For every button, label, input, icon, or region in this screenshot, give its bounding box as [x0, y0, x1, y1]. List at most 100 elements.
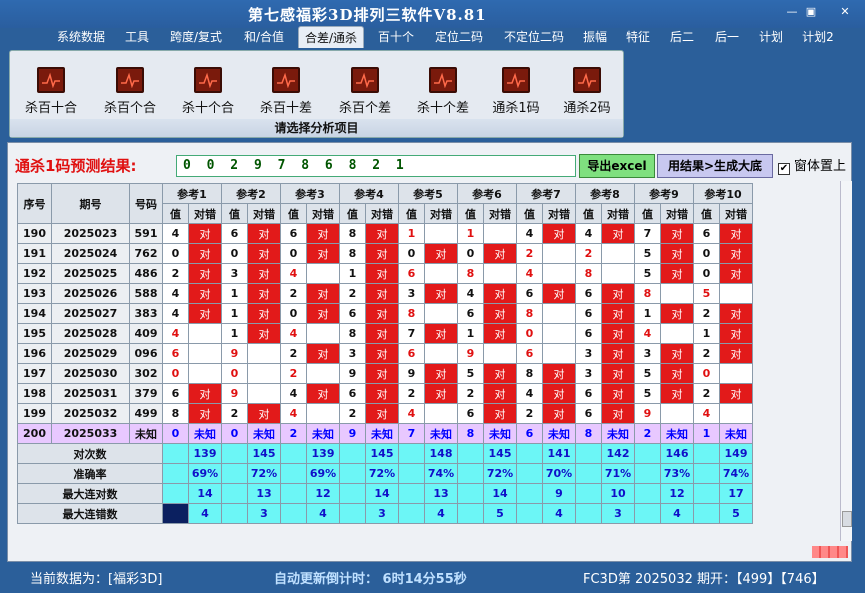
- footer-value: 141: [542, 443, 576, 464]
- cell-value: 4: [457, 283, 484, 304]
- cell-code: 588: [129, 283, 163, 304]
- cell-value: 0: [221, 243, 248, 264]
- scrollbar-thumb[interactable]: [842, 511, 852, 527]
- pending-row[interactable]: 200 2025033 未知 0 未知 0 未知 2 未知 9 未知 7 未知 8 未知 6 未知 8 未知 2 未知 1…: [17, 423, 753, 444]
- menu-item-sum[interactable]: 和/合值: [236, 26, 292, 48]
- cell-result: 对: [660, 243, 694, 264]
- menu-item-position-two[interactable]: 定位二码: [428, 26, 490, 48]
- cell-value: 4: [280, 263, 307, 284]
- generate-base-button[interactable]: 用结果>生成大底: [657, 154, 773, 178]
- cell-result: [188, 363, 222, 384]
- menu-item-plan2[interactable]: 计划2: [796, 26, 840, 48]
- menu-item-plan[interactable]: 计划: [754, 26, 788, 48]
- table-row[interactable]: 191 2025024 762 0 对 0 对 0 对 8 对 0 对 0 对 2 2 5 对 0 对: [17, 243, 753, 264]
- footer-value: 73%: [660, 463, 694, 484]
- cell-value: 2: [516, 403, 543, 424]
- tool-sha-shige-cha[interactable]: 杀十个差: [408, 67, 478, 116]
- close-button[interactable]: ✕: [836, 5, 854, 19]
- cell-result: 对: [188, 383, 222, 404]
- cell-result: 对: [601, 283, 635, 304]
- menu-item-feature[interactable]: 特征: [620, 26, 656, 48]
- tool-sha-baige-he[interactable]: 杀百个合: [95, 67, 165, 116]
- cell-value: 8: [516, 303, 543, 324]
- menu-item-tools[interactable]: 工具: [118, 26, 156, 48]
- cell-value: 5: [634, 383, 661, 404]
- topmost-checkbox[interactable]: ✔ 窗体置上: [778, 155, 846, 175]
- cell-result: 对: [365, 343, 399, 364]
- cell-result: 对: [424, 383, 458, 404]
- col-header-result: 对错: [424, 203, 458, 224]
- footer-spacer: [457, 443, 484, 464]
- col-header-period: 期号: [51, 183, 130, 224]
- panel-caption: 请选择分析项目: [10, 119, 623, 137]
- cell-result: 对: [424, 363, 458, 384]
- table-row[interactable]: 197 2025030 302 0 0 2 9 对 9 对 5 对 8 对 3 对 5 对 0: [17, 363, 753, 384]
- col-header-value: 值: [339, 203, 366, 224]
- cell-seq: 190: [17, 223, 52, 244]
- cell-value: 8: [575, 263, 602, 284]
- menu-item-system-data[interactable]: 系统数据: [50, 26, 112, 48]
- cell-result: [424, 343, 458, 364]
- menu-item-nonposition-two[interactable]: 不定位二码: [496, 26, 572, 48]
- cell-result: [542, 323, 576, 344]
- cell-value: 6: [221, 223, 248, 244]
- footer-value: 74%: [424, 463, 458, 484]
- col-header-seq: 序号: [17, 183, 52, 224]
- prediction-result-field[interactable]: 0 0 2 9 7 8 6 8 2 1: [176, 155, 576, 177]
- col-header-value: 值: [693, 203, 720, 224]
- tool-sha-baishi-he[interactable]: 杀百十合: [16, 67, 86, 116]
- cell-result: 对: [542, 363, 576, 384]
- minimize-button[interactable]: —: [783, 5, 801, 19]
- cell-result: 对: [719, 383, 753, 404]
- table-row[interactable]: 193 2025026 588 4 对 1 对 2 对 2 对 3 对 4 对 6 对 6 对 8 5: [17, 283, 753, 304]
- cell-result: 未知: [188, 423, 222, 444]
- col-header-group: 参考5: [398, 183, 458, 204]
- footer-value: 148: [424, 443, 458, 464]
- table-row[interactable]: 190 2025023 591 4 对 6 对 6 对 8 对 1 1 4 对 4 对 7 对 6 对: [17, 223, 753, 244]
- cell-value: 2: [516, 243, 543, 264]
- table-row[interactable]: 196 2025029 096 6 9 2 对 3 对 6 9 6 3 对 3 对 2 对: [17, 343, 753, 364]
- footer-value: 142: [601, 443, 635, 464]
- cell-result: 对: [247, 403, 281, 424]
- cell-value: 3: [575, 363, 602, 384]
- cell-result: [660, 323, 694, 344]
- menu-item-last-one[interactable]: 后一: [708, 26, 746, 48]
- footer-value: 5: [719, 503, 753, 524]
- cell-value: 9: [221, 383, 248, 404]
- vertical-scrollbar[interactable]: [840, 181, 852, 541]
- table-row[interactable]: 195 2025028 409 4 1 对 4 8 对 7 对 1 对 0 6 对 4 1 对: [17, 323, 753, 344]
- cell-result: 对: [188, 303, 222, 324]
- table-row[interactable]: 198 2025031 379 6 对 9 4 对 6 对 2 对 2 对 4 对 6 对 5 对 2 对: [17, 383, 753, 404]
- col-header-result: 对错: [601, 203, 635, 224]
- cell-value: 6: [575, 283, 602, 304]
- cell-seq: 196: [17, 343, 52, 364]
- chart-icon: [194, 67, 222, 93]
- cell-value: 8: [457, 263, 484, 284]
- cell-value: 8: [339, 323, 366, 344]
- table-row[interactable]: 194 2025027 383 4 对 1 对 0 对 6 对 8 6 对 8 6 对 1 对 2 对: [17, 303, 753, 324]
- tool-sha-baige-cha[interactable]: 杀百个差: [330, 67, 400, 116]
- menu-item-last-two[interactable]: 后二: [664, 26, 700, 48]
- maximize-button[interactable]: ▣: [802, 5, 820, 19]
- cell-result: [188, 323, 222, 344]
- menu-item-hecha-tongsha[interactable]: 合差/通杀: [298, 26, 364, 48]
- cell-result: 对: [188, 403, 222, 424]
- tool-tongsha-2[interactable]: 通杀2码: [552, 67, 622, 116]
- col-header-result: 对错: [542, 203, 576, 224]
- menu-item-amplitude[interactable]: 振幅: [578, 26, 612, 48]
- tool-tongsha-1[interactable]: 通杀1码: [481, 67, 551, 116]
- cell-result: 对: [247, 283, 281, 304]
- cell-value: 4: [280, 383, 307, 404]
- tool-sha-baishi-cha[interactable]: 杀百十差: [251, 67, 321, 116]
- menu-item-baishige[interactable]: 百十个: [372, 26, 420, 48]
- tool-sha-shige-he[interactable]: 杀十个合: [173, 67, 243, 116]
- table-row[interactable]: 199 2025032 499 8 对 2 对 4 2 对 4 6 对 2 对 6 对 9 4: [17, 403, 753, 424]
- footer-row: 最大连对数 14 13 12 14 13 14 9 10 12 17: [17, 483, 753, 504]
- footer-value: 69%: [306, 463, 340, 484]
- col-header-result: 对错: [483, 203, 517, 224]
- menu-item-span[interactable]: 跨度/复式: [162, 26, 230, 48]
- table-row[interactable]: 192 2025025 486 2 对 3 对 4 1 对 6 8 4 8 5 对 0 对: [17, 263, 753, 284]
- export-excel-button[interactable]: 导出excel: [579, 154, 655, 178]
- cell-value: 9: [221, 343, 248, 364]
- cell-result: 未知: [719, 423, 753, 444]
